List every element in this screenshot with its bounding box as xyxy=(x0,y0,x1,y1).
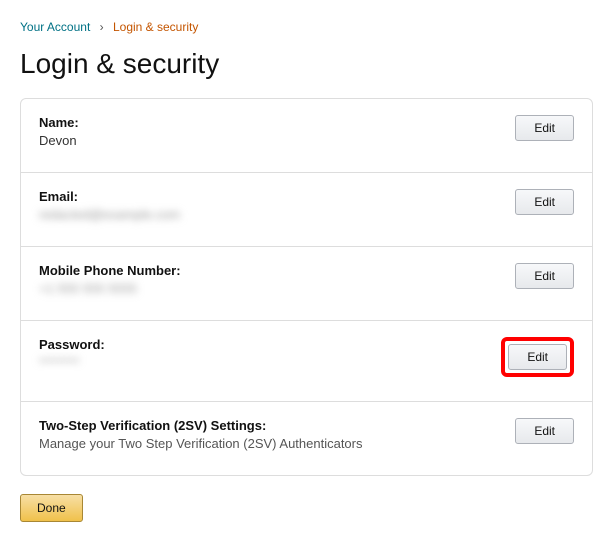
name-value: Devon xyxy=(39,133,515,148)
phone-value: +1 555 555 5555 xyxy=(39,281,515,296)
breadcrumb-current: Login & security xyxy=(113,20,198,34)
done-button[interactable]: Done xyxy=(20,494,83,522)
password-value: ******** xyxy=(39,355,501,370)
edit-password-button[interactable]: Edit xyxy=(508,344,567,370)
login-security-settings: Name: Devon Edit Email: redacted@example… xyxy=(20,98,593,476)
page-title: Login & security xyxy=(20,48,593,80)
row-name: Name: Devon Edit xyxy=(21,99,592,173)
breadcrumb-separator: › xyxy=(100,20,104,34)
email-value: redacted@example.com xyxy=(39,207,515,222)
row-name-info: Name: Devon xyxy=(39,115,515,148)
breadcrumb: Your Account › Login & security xyxy=(20,20,593,34)
phone-label: Mobile Phone Number: xyxy=(39,263,515,278)
two-step-desc: Manage your Two Step Verification (2SV) … xyxy=(39,436,515,451)
password-label: Password: xyxy=(39,337,501,352)
row-phone-info: Mobile Phone Number: +1 555 555 5555 xyxy=(39,263,515,296)
edit-name-button[interactable]: Edit xyxy=(515,115,574,141)
name-label: Name: xyxy=(39,115,515,130)
row-password: Password: ******** Edit xyxy=(21,321,592,402)
edit-phone-button[interactable]: Edit xyxy=(515,263,574,289)
row-phone: Mobile Phone Number: +1 555 555 5555 Edi… xyxy=(21,247,592,321)
email-label: Email: xyxy=(39,189,515,204)
two-step-label: Two-Step Verification (2SV) Settings: xyxy=(39,418,515,433)
row-email: Email: redacted@example.com Edit xyxy=(21,173,592,247)
row-email-info: Email: redacted@example.com xyxy=(39,189,515,222)
row-two-step: Two-Step Verification (2SV) Settings: Ma… xyxy=(21,402,592,475)
row-password-info: Password: ******** xyxy=(39,337,501,370)
breadcrumb-your-account[interactable]: Your Account xyxy=(20,20,90,34)
edit-two-step-button[interactable]: Edit xyxy=(515,418,574,444)
row-two-step-info: Two-Step Verification (2SV) Settings: Ma… xyxy=(39,418,515,451)
edit-password-highlight: Edit xyxy=(501,337,574,377)
edit-email-button[interactable]: Edit xyxy=(515,189,574,215)
